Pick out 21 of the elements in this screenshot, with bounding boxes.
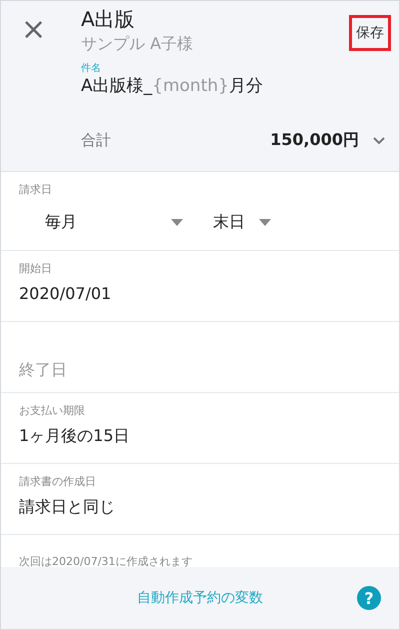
dropdown[interactable]: 毎月: [19, 210, 189, 234]
field-value[interactable]: 1ヶ月後の15日: [19, 426, 381, 447]
next-creation-note: 次回は2020/07/31に作成されます: [18, 554, 194, 567]
field-label: 請求書の作成日: [19, 474, 97, 489]
total-value: 150,000円: [270, 130, 359, 151]
client-name: サンプル A子様: [81, 33, 194, 55]
close-button[interactable]: ×: [21, 15, 43, 45]
field-label: 件名: [81, 62, 102, 75]
caret-icon: [171, 218, 183, 226]
field-label: 開始日: [19, 261, 53, 276]
caret-icon: [259, 218, 271, 226]
subject-value: A出版様_{month}月分: [81, 75, 264, 97]
customer-title: A出版: [81, 6, 136, 33]
field-value[interactable]: 請求日と同じ: [19, 497, 381, 518]
field-value[interactable]: 2020/07/01: [19, 284, 381, 303]
dropdown[interactable]: 末日: [189, 210, 289, 234]
chevron-icon[interactable]: [373, 136, 385, 144]
save-button[interactable]: 保存: [349, 15, 391, 51]
field-label: 請求日: [19, 182, 53, 197]
total-label: 合計: [81, 131, 112, 150]
field-label: お支払い期限: [19, 403, 86, 418]
